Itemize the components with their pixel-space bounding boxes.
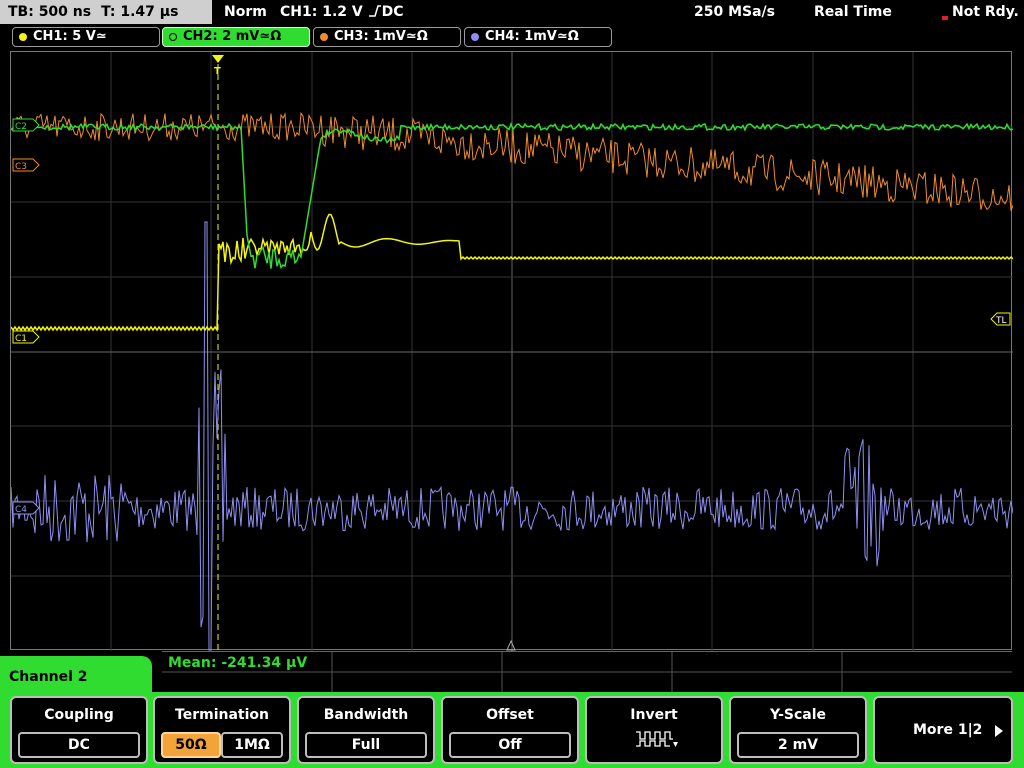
ch3-offset-marker[interactable]: C3 <box>12 158 40 172</box>
termination-1mohm[interactable]: 1MΩ <box>221 732 283 758</box>
right-arrow-icon <box>995 725 1003 737</box>
tab-ch2-label: CH2: 2 mV≃Ω <box>183 29 282 44</box>
yscale-softkey[interactable]: Y-Scale 2 mV <box>729 696 867 764</box>
coupling-title: Coupling <box>44 707 114 723</box>
trigger-position-label: T <box>214 66 221 77</box>
trigger-level-label: TL <box>995 316 1007 326</box>
more-title: More 1|2 <box>913 722 983 738</box>
termination-50ohm[interactable]: 50Ω <box>161 732 221 758</box>
tab-ch4-label: CH4: 1mV≃Ω <box>485 29 579 44</box>
bandwidth-softkey[interactable]: Bandwidth Full <box>297 696 435 764</box>
trigger-settings[interactable]: CH1: 1.2 V DC <box>280 0 404 24</box>
invert-title: Invert <box>630 707 678 723</box>
trigger-position-marker[interactable]: T <box>212 55 224 77</box>
waveform-svg: C3 C1 C2 C4 TL T <box>11 52 1013 651</box>
yscale-title: Y-Scale <box>769 707 826 723</box>
trigger-mode[interactable]: Norm <box>224 0 267 24</box>
trigger-coupling: DC <box>381 4 404 20</box>
ch2-color-dot <box>169 33 177 41</box>
invert-softkey[interactable]: Invert <box>585 696 723 764</box>
mean-measurement: Mean: -241.34 µV <box>168 655 308 671</box>
status-bar: TB: 500 ns T: 1.47 µs Norm CH1: 1.2 V DC … <box>0 0 1024 26</box>
acquisition-mode: Real Time <box>814 4 892 20</box>
tab-ch2[interactable]: CH2: 2 mV≃Ω <box>162 27 310 47</box>
bandwidth-title: Bandwidth <box>323 707 409 723</box>
center-reference-marker <box>506 639 516 651</box>
trigger-time-value: T: 1.47 µs <box>101 4 179 20</box>
tab-ch1-label: CH1: 5 V≃ <box>33 29 107 44</box>
ch1-offset-marker[interactable]: C1 <box>12 330 40 344</box>
invert-waveform-icon <box>636 731 678 747</box>
ch1-color-dot <box>19 33 27 41</box>
trigger-info: CH1: 1.2 V <box>280 4 363 20</box>
ch4-offset-marker[interactable]: C4 <box>12 501 40 515</box>
tab-ch3-label: CH3: 1mV≃Ω <box>334 29 428 44</box>
ch3-color-dot <box>320 33 328 41</box>
tab-ch4[interactable]: CH4: 1mV≃Ω <box>464 27 612 47</box>
trigger-level-marker[interactable]: TL <box>990 312 1011 326</box>
bandwidth-value[interactable]: Full <box>305 732 427 758</box>
yscale-value[interactable]: 2 mV <box>737 732 859 758</box>
sample-rate: 250 MSa/s <box>694 4 776 20</box>
ch1-marker-label: C1 <box>15 334 27 344</box>
termination-title: Termination <box>175 707 269 723</box>
ch4-marker-label: C4 <box>15 505 27 515</box>
channel-tabs: CH1: 5 V≃ CH2: 2 mV≃Ω CH3: 1mV≃Ω CH4: 1m… <box>0 27 1024 49</box>
rising-edge-icon <box>368 4 382 20</box>
offset-value[interactable]: Off <box>449 732 571 758</box>
coupling-softkey[interactable]: Coupling DC <box>10 696 148 764</box>
ch2-marker-label: C2 <box>15 122 27 132</box>
ch3-marker-label: C3 <box>15 162 27 172</box>
timebase-value: TB: 500 ns <box>8 4 92 20</box>
waveform-display[interactable]: C3 C1 C2 C4 TL T <box>10 51 1013 651</box>
softkey-menu: Coupling DC Termination 50Ω 1MΩ Bandwidt… <box>0 692 1024 768</box>
coupling-value[interactable]: DC <box>18 732 140 758</box>
offset-title: Offset <box>486 707 534 723</box>
tab-ch1[interactable]: CH1: 5 V≃ <box>12 27 160 47</box>
offset-softkey[interactable]: Offset Off <box>441 696 579 764</box>
timebase-box[interactable]: TB: 500 ns T: 1.47 µs <box>0 0 212 24</box>
ch4-color-dot <box>471 33 479 41</box>
acquisition-status: Not Rdy. <box>942 0 1019 24</box>
termination-softkey[interactable]: Termination 50Ω 1MΩ <box>153 696 291 764</box>
more-softkey[interactable]: More 1|2 <box>873 696 1013 764</box>
ch2-offset-marker[interactable]: C2 <box>12 118 40 132</box>
tab-ch3[interactable]: CH3: 1mV≃Ω <box>313 27 461 47</box>
measurement-panel: Mean: -241.34 µV <box>162 651 1012 694</box>
